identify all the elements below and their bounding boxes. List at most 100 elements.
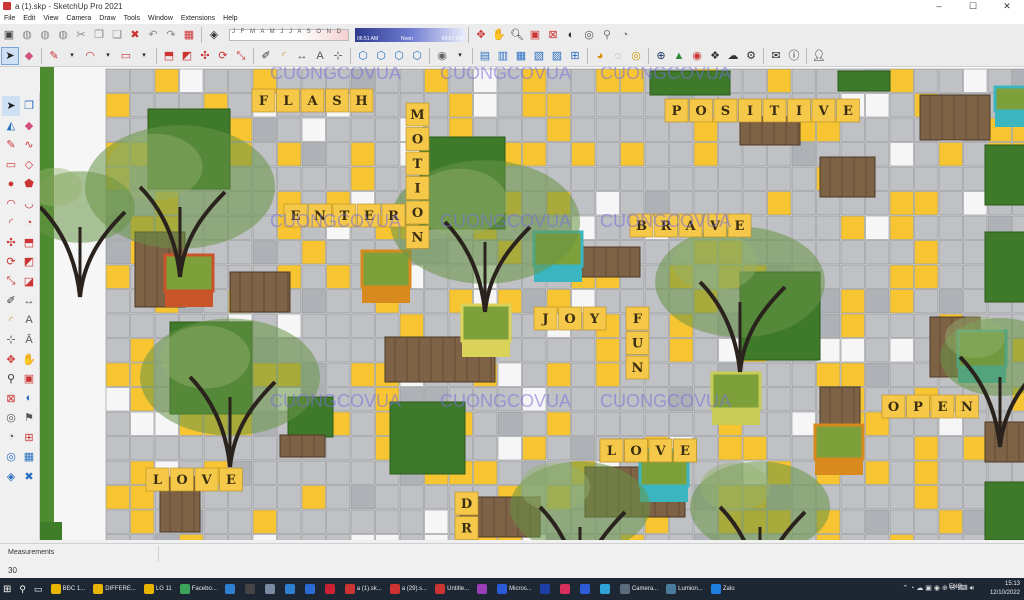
- sandbox-from-contours-icon[interactable]: ◎: [2, 447, 20, 467]
- text-tool-icon[interactable]: A: [312, 48, 328, 64]
- wireframe-style-icon[interactable]: ▤: [477, 48, 493, 64]
- orbit-icon[interactable]: ✥: [2, 350, 20, 370]
- language-indicator[interactable]: ENG: [949, 584, 962, 590]
- dropdown-arrow-icon[interactable]: ▾: [100, 48, 116, 64]
- dropdown-arrow-icon[interactable]: ▾: [452, 48, 468, 64]
- push-pull-tool-icon[interactable]: ⬒: [161, 48, 177, 64]
- mail-icon[interactable]: ✉: [768, 48, 784, 64]
- settings-icon[interactable]: ⚙: [743, 48, 759, 64]
- select-tool-icon[interactable]: ➤: [1, 46, 19, 65]
- share-model-icon[interactable]: ☁: [725, 48, 741, 64]
- model-viewport[interactable]: FLASHPOSITIVEENTERBRAVEMOTIONLOVEJOYLOVE…: [40, 67, 1024, 540]
- rotated-rectangle-icon[interactable]: ◇: [20, 155, 38, 175]
- getting-started-icon[interactable]: ▣: [1, 27, 17, 43]
- system-tray-icons[interactable]: ⌃ ◔ ☁ ▣ ◉ ⊕ ✉ ⌨ 🔊︎: [902, 584, 974, 593]
- extension-warehouse-icon[interactable]: ❖: [707, 48, 723, 64]
- scale-icon[interactable]: ⤡: [2, 272, 20, 292]
- look-around-icon[interactable]: ◔: [2, 428, 20, 448]
- paint-bucket-icon[interactable]: ◭: [2, 116, 20, 136]
- photo-texture-icon[interactable]: ▲: [671, 48, 687, 64]
- smoove-icon[interactable]: ◈: [2, 467, 20, 487]
- add-location-icon[interactable]: ⊕: [653, 48, 669, 64]
- taskbar-app-15[interactable]: [537, 580, 555, 598]
- hidden-line-style-icon[interactable]: ▥: [495, 48, 511, 64]
- top-view-icon[interactable]: ⬡: [373, 48, 389, 64]
- axes-icon[interactable]: ⊹: [2, 330, 20, 350]
- dimension-icon[interactable]: ↔: [294, 48, 310, 64]
- shadow-time-slider[interactable]: 06:51 AM Noon 04:57 PM: [355, 27, 465, 42]
- copy-icon[interactable]: ❐: [91, 27, 107, 43]
- menu-tools[interactable]: Tools: [120, 15, 144, 22]
- new-file-icon[interactable]: ◍: [19, 27, 35, 43]
- taskbar-app-10[interactable]: a (1).sk...: [342, 580, 385, 598]
- monochrome-style-icon[interactable]: ▨: [549, 48, 565, 64]
- shaded-style-icon[interactable]: ▦: [513, 48, 529, 64]
- taskbar-app-13[interactable]: [474, 580, 492, 598]
- 3d-warehouse-icon[interactable]: ◉: [689, 48, 705, 64]
- zoom-extents-icon[interactable]: ⊠: [545, 27, 561, 43]
- move-tool-icon[interactable]: ✣: [197, 48, 213, 64]
- stamp-icon[interactable]: ◎: [628, 48, 644, 64]
- walk-icon[interactable]: ⚑: [20, 408, 38, 428]
- rectangle-tool-icon[interactable]: ▭: [118, 48, 134, 64]
- open-file-icon[interactable]: ◍: [37, 27, 53, 43]
- position-camera-icon[interactable]: ◎: [581, 27, 597, 43]
- sandbox-from-scratch-icon[interactable]: ▦: [20, 447, 38, 467]
- minimize-button[interactable]: –: [922, 0, 956, 12]
- menu-camera[interactable]: Camera: [62, 15, 95, 22]
- rectangle-icon[interactable]: ▭: [2, 155, 20, 175]
- taskbar-app-12[interactable]: Untitle...: [432, 580, 472, 598]
- textured-style-icon[interactable]: ▧: [531, 48, 547, 64]
- start-button[interactable]: ⊞: [0, 580, 14, 598]
- eraser-tool-icon[interactable]: ◆: [21, 48, 37, 64]
- measurements-input[interactable]: [158, 546, 1024, 562]
- axes-tool-icon[interactable]: ⊹: [330, 48, 346, 64]
- look-around-icon[interactable]: ◔: [617, 27, 633, 43]
- protractor-icon[interactable]: ◜: [276, 48, 292, 64]
- shadows-toggle-icon[interactable]: ◈: [206, 27, 222, 43]
- shadow-date-slider[interactable]: J F M A M J J A S O N D: [229, 28, 349, 41]
- offset-icon[interactable]: ◪: [20, 272, 38, 292]
- maximize-button[interactable]: ☐: [956, 0, 990, 12]
- taskbar-app-1[interactable]: DIFFERE...: [90, 580, 139, 598]
- clock[interactable]: 15:13 12/10/2022: [990, 580, 1020, 598]
- plaza-scene[interactable]: FLASHPOSITIVEENTERBRAVEMOTIONLOVEJOYLOVE…: [40, 67, 1024, 540]
- protractor-icon[interactable]: ◜: [2, 311, 20, 331]
- taskbar-app-8[interactable]: [302, 580, 320, 598]
- rotate-tool-icon[interactable]: ⟳: [215, 48, 231, 64]
- taskbar-app-3[interactable]: Facebo...: [177, 580, 220, 598]
- move-icon[interactable]: ✣: [2, 233, 20, 253]
- taskbar-app-7[interactable]: [282, 580, 300, 598]
- taskbar-app-21[interactable]: Zalo: [708, 580, 738, 598]
- menu-extensions[interactable]: Extensions: [177, 15, 219, 22]
- tape-measure-icon[interactable]: ✐: [258, 48, 274, 64]
- previous-view-icon[interactable]: ◐: [20, 389, 38, 409]
- paste-icon[interactable]: ❏: [109, 27, 125, 43]
- taskbar-app-17[interactable]: [577, 580, 595, 598]
- position-camera-icon[interactable]: ◎: [2, 408, 20, 428]
- section-plane-icon[interactable]: ⊞: [567, 48, 583, 64]
- menu-window[interactable]: Window: [144, 15, 177, 22]
- task-view-icon[interactable]: ▭: [31, 580, 46, 598]
- two-point-arc-icon[interactable]: ◡: [20, 194, 38, 214]
- three-point-arc-icon[interactable]: ◜: [2, 213, 20, 233]
- info-icon[interactable]: ⓘ: [786, 48, 802, 64]
- taskbar-app-0[interactable]: BĐC 1...: [48, 580, 89, 598]
- zoom-icon[interactable]: ⚲: [2, 369, 20, 389]
- pan-icon[interactable]: ✋: [20, 350, 38, 370]
- print-icon[interactable]: ▦: [181, 27, 197, 43]
- circle-icon[interactable]: ●: [2, 174, 20, 194]
- undo-icon[interactable]: ↶: [145, 27, 161, 43]
- pan-icon[interactable]: ✋: [491, 27, 507, 43]
- arc-tool-icon[interactable]: ◠: [82, 48, 98, 64]
- taskbar-app-5[interactable]: [242, 580, 260, 598]
- section-plane-icon[interactable]: ⊞: [20, 428, 38, 448]
- right-view-icon[interactable]: ⬡: [409, 48, 425, 64]
- text-icon[interactable]: A: [20, 311, 38, 331]
- redo-icon[interactable]: ↷: [163, 27, 179, 43]
- dimension-icon[interactable]: ↔: [20, 291, 38, 311]
- cut-icon[interactable]: ✂: [73, 27, 89, 43]
- push-pull-icon[interactable]: ⬒: [20, 233, 38, 253]
- front-view-icon[interactable]: ⬡: [391, 48, 407, 64]
- pie-icon[interactable]: ◔: [20, 213, 38, 233]
